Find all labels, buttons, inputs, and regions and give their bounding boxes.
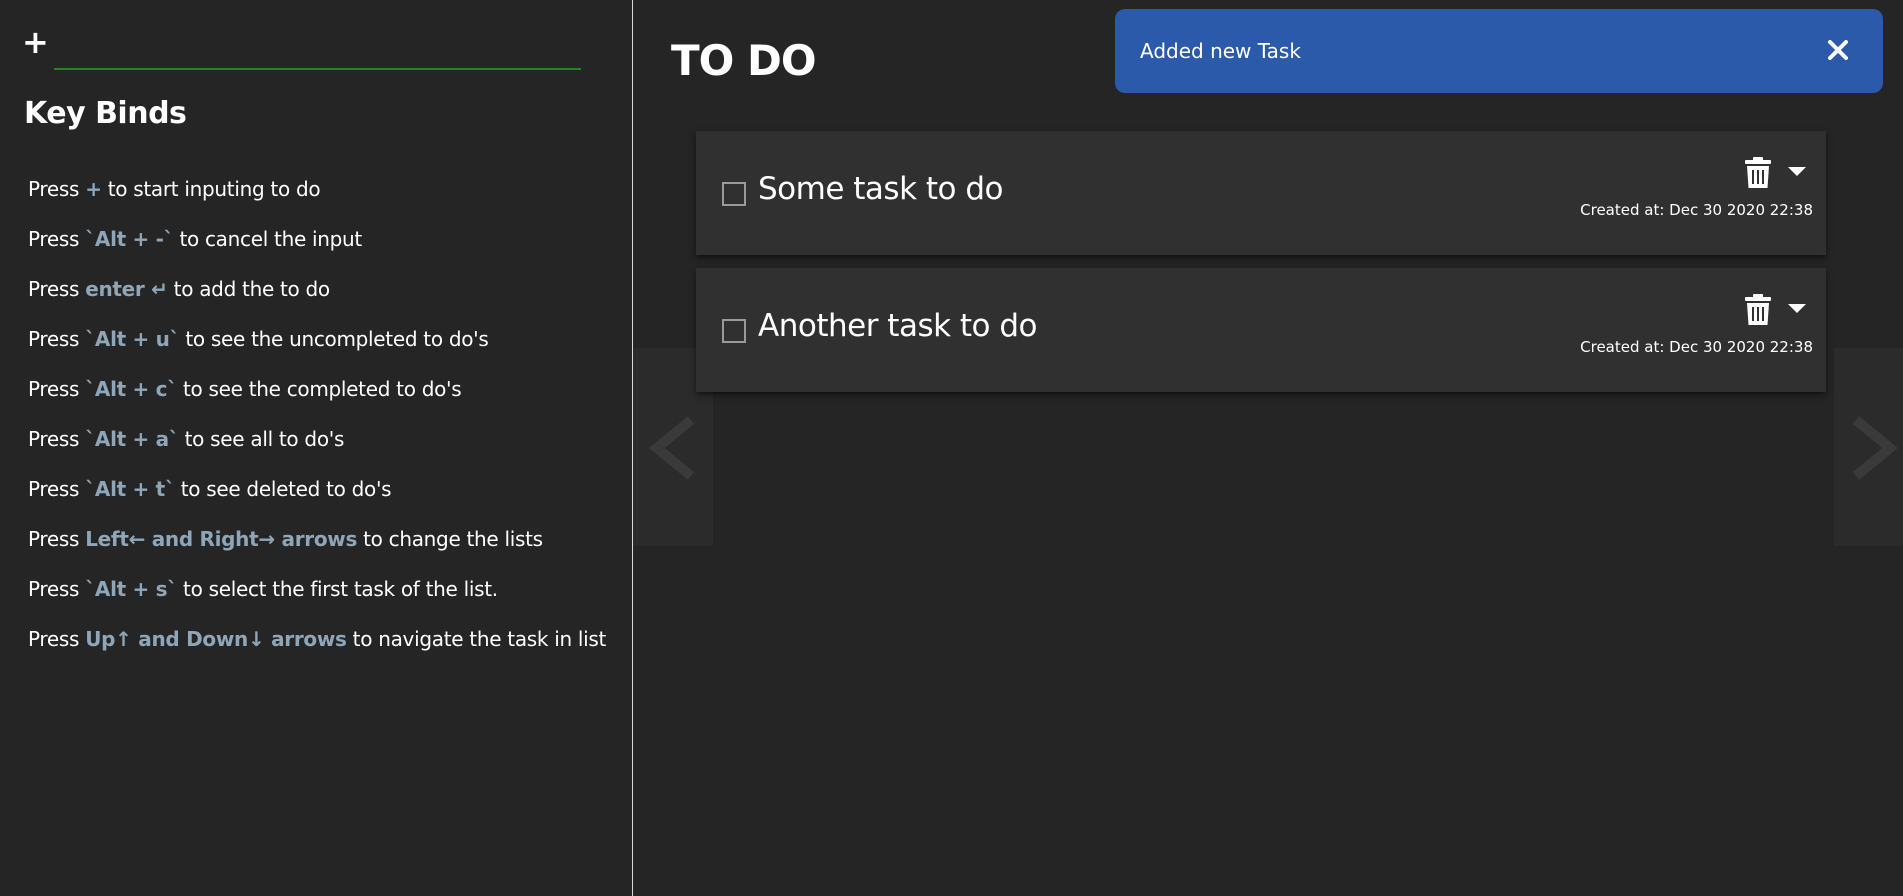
key-bind-item: Press `Alt + s` to select the first task… bbox=[28, 577, 498, 601]
key-bind-item: Press `Alt + a` to see all to do's bbox=[28, 427, 345, 451]
close-icon[interactable] bbox=[1827, 39, 1849, 61]
toast-notification: Added new Task bbox=[1115, 9, 1883, 93]
task-checkbox[interactable] bbox=[722, 182, 746, 206]
chevron-down-icon[interactable] bbox=[1786, 163, 1808, 181]
sidebar: + Key Binds Press + to start inputing to… bbox=[0, 0, 633, 896]
trash-icon[interactable] bbox=[1744, 157, 1772, 189]
key-bind-item: Press `Alt + -` to cancel the input bbox=[28, 227, 362, 251]
todo-app: + Key Binds Press + to start inputing to… bbox=[0, 0, 1903, 896]
new-task-input[interactable] bbox=[54, 30, 581, 70]
task-created-date: Created at: Dec 30 2020 22:38 bbox=[1580, 338, 1813, 356]
key-bind-key: `Alt + a` bbox=[85, 427, 179, 451]
key-bind-key: `Alt + -` bbox=[85, 227, 174, 251]
key-binds-list: Press + to start inputing to do Press `A… bbox=[28, 172, 628, 672]
key-bind-key: `Alt + u` bbox=[85, 327, 180, 351]
chevron-right-icon bbox=[1852, 416, 1898, 480]
task-card[interactable]: Some task to do Created at: Dec 30 2020 … bbox=[696, 131, 1826, 255]
task-text: Another task to do bbox=[758, 308, 1038, 344]
task-created-date: Created at: Dec 30 2020 22:38 bbox=[1580, 201, 1813, 219]
key-bind-item: Press `Alt + u` to see the uncompleted t… bbox=[28, 327, 489, 351]
chevron-down-icon[interactable] bbox=[1786, 300, 1808, 318]
add-task-button[interactable]: + bbox=[22, 22, 49, 62]
task-text: Some task to do bbox=[758, 171, 1004, 207]
key-bind-key: `Alt + c` bbox=[85, 377, 177, 401]
key-bind-key: Up↑ and Down↓ arrows bbox=[85, 627, 347, 651]
key-bind-key: `Alt + t` bbox=[85, 477, 175, 501]
chevron-left-icon bbox=[649, 416, 695, 480]
key-bind-item: Press `Alt + t` to see deleted to do's bbox=[28, 477, 392, 501]
key-bind-key: Left← and Right→ arrows bbox=[85, 527, 358, 551]
key-bind-item: Press + to start inputing to do bbox=[28, 177, 321, 201]
key-bind-key: enter ↵ bbox=[85, 277, 168, 301]
main-panel: TO DO Some task to do Created at: Dec 30… bbox=[633, 0, 1903, 896]
key-bind-item: Press Up↑ and Down↓ arrows to navigate t… bbox=[28, 627, 607, 651]
task-checkbox[interactable] bbox=[722, 319, 746, 343]
toast-message: Added new Task bbox=[1140, 39, 1301, 63]
key-bind-item: Press Left← and Right→ arrows to change … bbox=[28, 527, 543, 551]
key-bind-key: `Alt + s` bbox=[85, 577, 177, 601]
page-title: TO DO bbox=[671, 36, 817, 85]
key-bind-key: + bbox=[85, 177, 102, 201]
key-binds-title: Key Binds bbox=[24, 96, 187, 131]
trash-icon[interactable] bbox=[1744, 294, 1772, 326]
add-task-row: + bbox=[22, 22, 582, 72]
task-card[interactable]: Another task to do Created at: Dec 30 20… bbox=[696, 268, 1826, 392]
key-bind-item: Press enter ↵ to add the to do bbox=[28, 277, 330, 301]
next-list-button[interactable] bbox=[1834, 348, 1903, 546]
key-bind-item: Press `Alt + c` to see the completed to … bbox=[28, 377, 462, 401]
task-list: Some task to do Created at: Dec 30 2020 … bbox=[696, 131, 1826, 405]
